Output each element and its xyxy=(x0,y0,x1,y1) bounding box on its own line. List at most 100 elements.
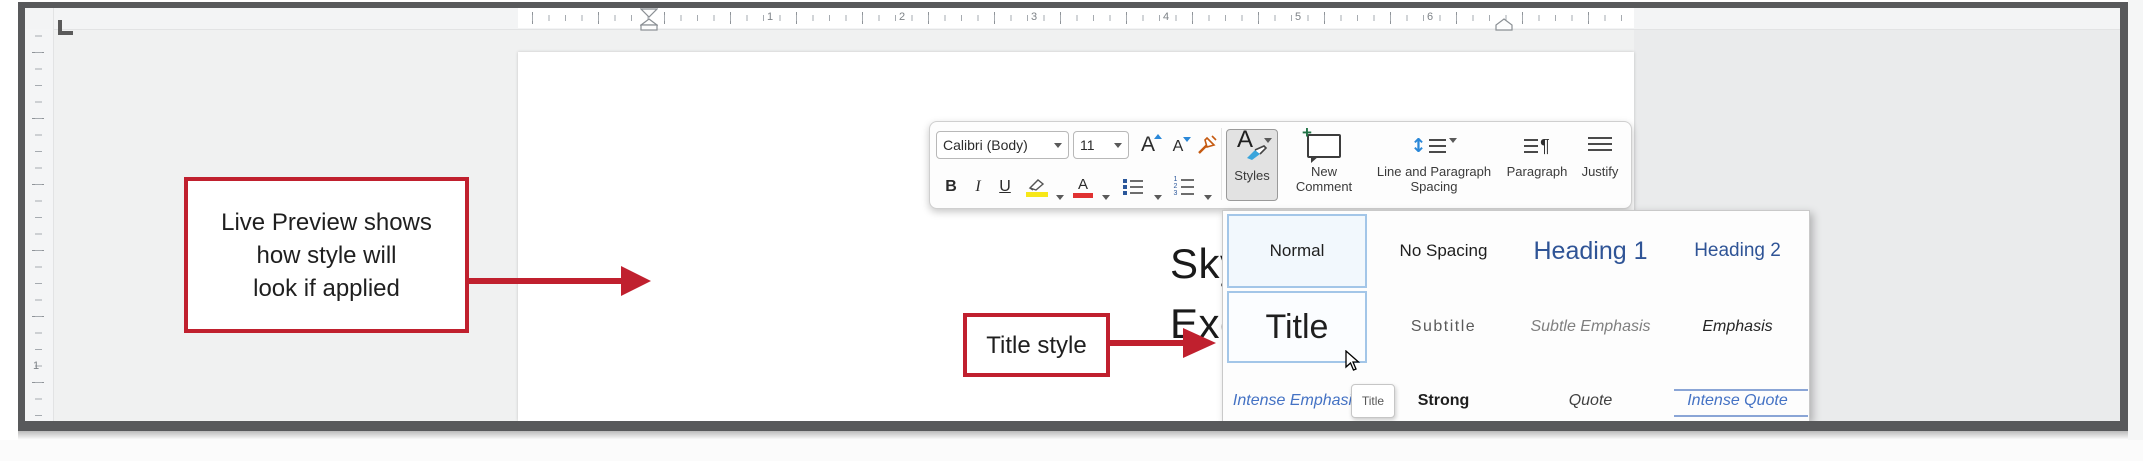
outside-background xyxy=(0,440,2143,461)
italic-button[interactable]: I xyxy=(966,174,990,200)
new-comment-button[interactable]: + New Comment xyxy=(1288,128,1360,204)
mini-toolbar: Calibri (Body) 11 A A B I U xyxy=(929,121,1632,209)
highlight-color-swatch xyxy=(1026,192,1048,197)
chevron-down-icon xyxy=(1102,195,1110,200)
toolbar-separator xyxy=(1221,128,1222,200)
bullets-button[interactable] xyxy=(1118,174,1148,200)
bullets-icon xyxy=(1123,177,1143,197)
right-indent-marker[interactable] xyxy=(1495,18,1513,31)
frame-border-left xyxy=(18,2,25,431)
style-label: Emphasis xyxy=(1702,318,1772,336)
style-tooltip: Title xyxy=(1351,384,1395,418)
style-label: Title xyxy=(1266,308,1329,347)
ruler-ticks xyxy=(518,12,1634,24)
bold-button[interactable]: B xyxy=(938,174,964,200)
left-indent-marker[interactable] xyxy=(640,18,658,31)
line-spacing-arrows-icon: ↕ xyxy=(1411,139,1427,154)
numbering-dropdown[interactable] xyxy=(1202,184,1214,210)
grow-font-button[interactable]: A xyxy=(1133,131,1163,159)
chevron-down-icon xyxy=(1054,143,1062,148)
format-painter-brush-icon xyxy=(1195,133,1219,157)
justify-button[interactable]: Justify xyxy=(1574,128,1626,204)
new-comment-label: Comment xyxy=(1296,179,1352,194)
style-label: No Spacing xyxy=(1400,241,1488,261)
style-subtitle[interactable]: Subtitle xyxy=(1370,291,1517,363)
chevron-down-icon xyxy=(1154,195,1162,200)
plus-icon: + xyxy=(1302,125,1312,140)
style-label: Subtle Emphasis xyxy=(1530,318,1650,336)
style-heading-2[interactable]: Heading 2 xyxy=(1664,214,1810,288)
style-heading-1[interactable]: Heading 1 xyxy=(1517,214,1664,288)
styles-brush-icon xyxy=(1245,144,1269,162)
numbering-digit: 3 xyxy=(1173,191,1179,197)
style-intense-emphasis[interactable]: Intense Emphasis xyxy=(1223,377,1370,421)
style-label: Intense Quote xyxy=(1687,392,1788,410)
line-spacing-label: Spacing xyxy=(1411,179,1458,194)
callout-line: Title style xyxy=(986,329,1086,362)
new-comment-label: New xyxy=(1311,164,1337,179)
callout-arrowhead-icon xyxy=(1183,328,1216,358)
paragraph-settings-button[interactable]: ¶ Paragraph xyxy=(1504,128,1570,204)
highlight-button[interactable] xyxy=(1022,174,1052,200)
ruler-number: 6 xyxy=(1420,11,1440,23)
frame-border-top xyxy=(18,2,2120,8)
first-line-indent-marker[interactable] xyxy=(640,8,658,18)
ruler-number: 4 xyxy=(1156,11,1176,23)
outside-background xyxy=(0,0,2143,2)
ruler-number: 1 xyxy=(760,11,780,23)
word-screenshot: 1 2 3 4 5 6 1 Skyline·Metro·Grill·Chef·N… xyxy=(0,0,2143,461)
style-label: Heading 2 xyxy=(1694,240,1781,262)
style-normal[interactable]: Normal xyxy=(1227,214,1367,288)
highlight-dropdown[interactable] xyxy=(1054,184,1066,210)
styles-button[interactable]: A Styles xyxy=(1226,129,1278,201)
font-name-combo[interactable]: Calibri (Body) xyxy=(936,131,1069,159)
outside-background xyxy=(0,0,18,461)
frame-border-right xyxy=(2120,2,2128,431)
chevron-down-icon xyxy=(1056,195,1064,200)
style-label: Intense Emphasis xyxy=(1233,392,1360,410)
font-color-icon: A xyxy=(1078,177,1088,192)
callout-arrow xyxy=(469,278,621,284)
chevron-down-icon xyxy=(1264,138,1272,143)
font-size-value: 11 xyxy=(1080,137,1114,153)
line-spacing-button[interactable]: ↕ Line and Paragraph Spacing xyxy=(1372,128,1496,204)
style-subtle-emphasis[interactable]: Subtle Emphasis xyxy=(1517,291,1664,363)
frame-border-bottom xyxy=(18,421,2128,431)
callout-line: look if applied xyxy=(221,272,432,305)
ruler-number: 5 xyxy=(1288,11,1308,23)
style-emphasis[interactable]: Emphasis xyxy=(1664,291,1810,363)
grow-font-icon: A xyxy=(1141,133,1155,157)
numbering-button[interactable]: 1 2 3 xyxy=(1168,174,1198,200)
callout-arrowhead-icon xyxy=(621,266,651,296)
ruler-number: 1 xyxy=(25,360,47,372)
callout-arrow xyxy=(1110,340,1183,346)
callout-live-preview: Live Preview shows how style will look i… xyxy=(184,177,469,333)
caret-up-icon xyxy=(1154,134,1162,139)
callout-title-style: Title style xyxy=(963,313,1110,377)
font-color-dropdown[interactable] xyxy=(1100,184,1112,210)
style-label: Normal xyxy=(1270,241,1325,261)
style-no-spacing[interactable]: No Spacing xyxy=(1370,214,1517,288)
tab-stop-selector[interactable] xyxy=(25,8,54,29)
shrink-font-button[interactable]: A xyxy=(1165,134,1191,159)
horizontal-ruler[interactable]: 1 2 3 4 5 6 xyxy=(518,8,1634,28)
line-spacing-label: Line and Paragraph xyxy=(1377,164,1491,179)
paragraph-label: Paragraph xyxy=(1507,164,1568,179)
ruler-number: 3 xyxy=(1024,11,1044,23)
font-color-button[interactable]: A xyxy=(1070,174,1096,200)
underline-button[interactable]: U xyxy=(992,174,1018,200)
font-size-combo[interactable]: 11 xyxy=(1073,131,1129,159)
paragraph-lines-icon xyxy=(1524,139,1538,153)
vertical-ruler[interactable]: 1 xyxy=(25,29,54,421)
font-name-value: Calibri (Body) xyxy=(943,137,1054,153)
chevron-down-icon xyxy=(1114,143,1122,148)
bullets-dropdown[interactable] xyxy=(1152,184,1164,210)
justify-icon xyxy=(1588,137,1612,155)
chevron-down-icon xyxy=(1204,195,1212,200)
callout-line: how style will xyxy=(221,239,432,272)
ruler-number: 2 xyxy=(892,11,912,23)
styles-button-label: Styles xyxy=(1234,168,1269,183)
style-quote[interactable]: Quote xyxy=(1517,377,1664,421)
style-label: Strong xyxy=(1418,392,1470,410)
format-painter-button[interactable] xyxy=(1193,131,1221,159)
